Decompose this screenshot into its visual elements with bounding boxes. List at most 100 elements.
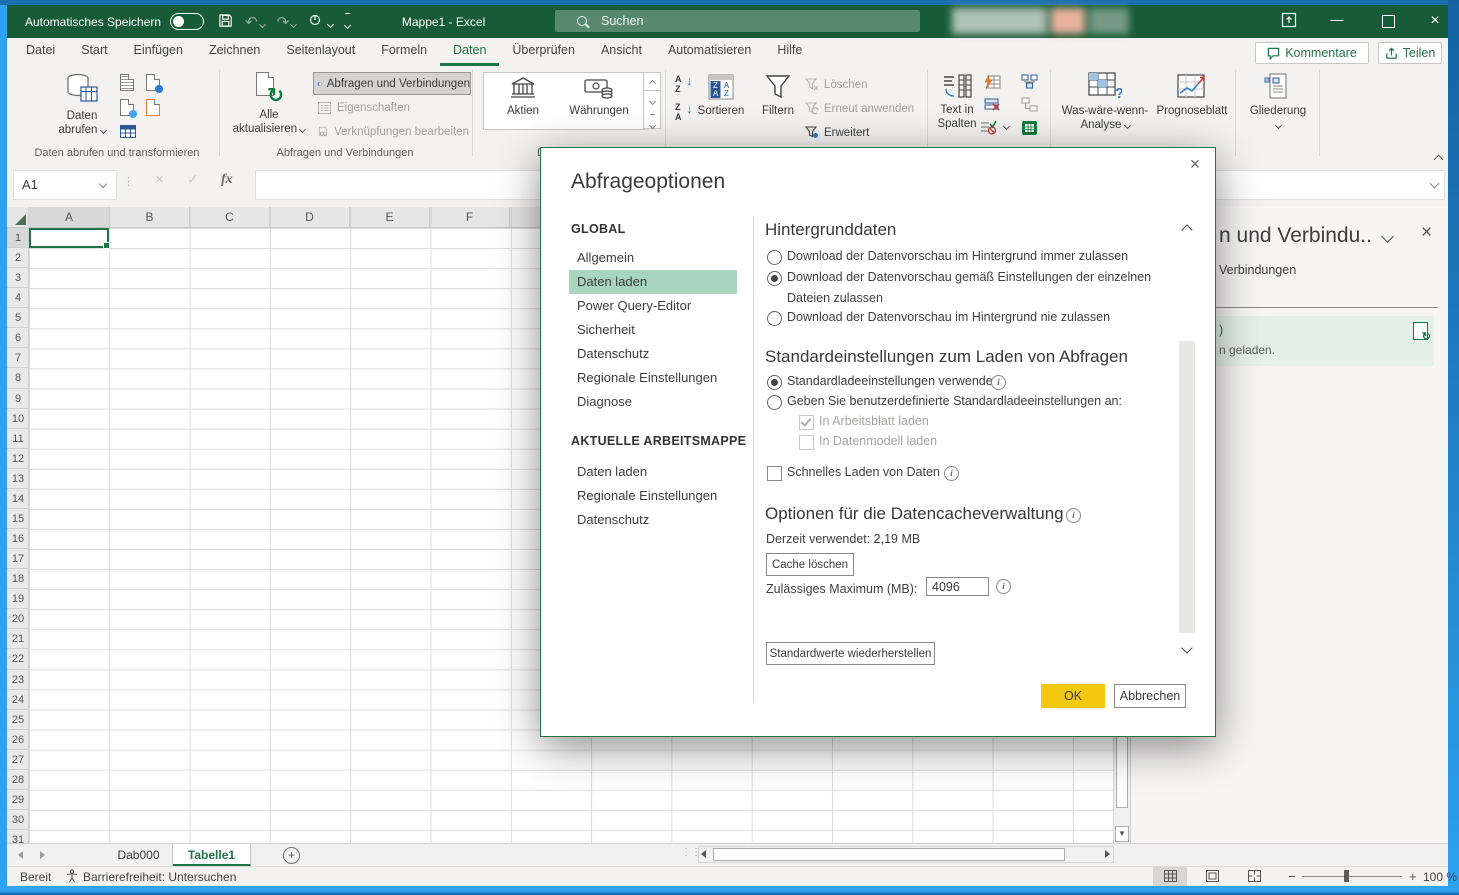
info-icon[interactable]: i <box>944 466 959 481</box>
row-header-10[interactable]: 10 <box>7 409 29 429</box>
save-icon[interactable] <box>218 13 233 31</box>
dialog-scrollbar[interactable] <box>1179 220 1195 664</box>
radio-bg-always-label[interactable]: Download der Datenvorschau im Hintergrun… <box>787 249 1128 263</box>
ribbon-tab-datei[interactable]: Datei <box>13 38 68 66</box>
row-header-16[interactable]: 16 <box>7 529 29 549</box>
nav-global-power-query-editor[interactable]: Power Query-Editor <box>569 294 737 318</box>
gallery-scroll-up[interactable] <box>643 72 661 91</box>
maximize-button[interactable] <box>1382 15 1395 28</box>
selected-cell-a1[interactable] <box>29 228 109 248</box>
row-header-22[interactable]: 22 <box>7 649 29 669</box>
radio-bg-per-file[interactable] <box>767 271 782 286</box>
row-header-3[interactable]: 3 <box>7 268 29 288</box>
ribbon-tab-zeichnen[interactable]: Zeichnen <box>196 38 273 66</box>
row-headers[interactable]: 1234567891011121314151617181920212223242… <box>7 228 29 843</box>
horizontal-scrollbar[interactable] <box>698 846 1114 863</box>
new-sheet-button[interactable]: + <box>283 847 300 864</box>
nav-workbook-daten-laden[interactable]: Daten laden <box>569 460 737 484</box>
gallery-more-button[interactable] <box>643 108 661 129</box>
radio-bg-never[interactable] <box>767 311 782 326</box>
name-box[interactable]: A1 <box>13 170 117 200</box>
radio-use-default-label[interactable]: Standardladeeinstellungen verwenden <box>787 374 1000 388</box>
row-header-6[interactable]: 6 <box>7 328 29 348</box>
get-data-button[interactable]: Daten abrufen <box>49 70 115 146</box>
search-box[interactable]: Suchen <box>555 10 920 32</box>
scroll-down-icon[interactable] <box>1181 642 1192 653</box>
row-header-25[interactable]: 25 <box>7 710 29 730</box>
scroll-down-button[interactable]: ▼ <box>1115 826 1129 842</box>
zoom-level[interactable]: 100 % <box>1423 870 1457 884</box>
flash-fill-icon[interactable] <box>983 74 1001 95</box>
pane-close-icon[interactable]: × <box>1421 222 1432 244</box>
zoom-slider-thumb[interactable] <box>1344 870 1349 882</box>
filter-button[interactable]: Filtern <box>755 70 801 146</box>
cache-max-input[interactable] <box>926 577 989 596</box>
from-text-file-icon[interactable] <box>120 74 134 91</box>
dialog-scrollbar-thumb[interactable] <box>1179 341 1195 633</box>
restore-defaults-button[interactable]: Standardwerte wiederherstellen <box>766 642 935 665</box>
column-header-a[interactable]: A <box>29 207 110 228</box>
column-header-b[interactable]: B <box>110 207 190 228</box>
forecast-sheet-button[interactable]: Prognoseblatt <box>1153 70 1231 146</box>
nav-workbook-regionale-einstellungen[interactable]: Regionale Einstellungen <box>569 484 737 508</box>
ribbon-tab-überprüfen[interactable]: Überprüfen <box>499 38 588 66</box>
row-header-24[interactable]: 24 <box>7 690 29 710</box>
refresh-all-button[interactable]: ↻ Alle aktualisieren <box>229 70 309 146</box>
recent-sources-icon[interactable] <box>146 74 160 91</box>
currencies-button[interactable]: Währungen <box>561 74 637 126</box>
file-refresh-icon[interactable]: ↻ <box>1413 322 1428 340</box>
info-icon[interactable]: i <box>991 375 1006 390</box>
row-header-5[interactable]: 5 <box>7 308 29 328</box>
select-all-corner[interactable] <box>7 207 29 228</box>
column-header-e[interactable]: E <box>350 207 430 228</box>
row-header-31[interactable]: 31 <box>7 830 29 843</box>
remove-duplicates-icon[interactable] <box>983 97 1001 118</box>
column-header-d[interactable]: D <box>270 207 350 228</box>
data-validation-icon[interactable] <box>979 120 1009 140</box>
radio-custom-load-label[interactable]: Geben Sie benutzerdefinierte Standardlad… <box>787 394 1122 408</box>
column-header-f[interactable]: F <box>430 207 510 228</box>
page-layout-view-button[interactable] <box>1195 867 1229 886</box>
scroll-up-icon[interactable] <box>1181 224 1192 235</box>
nav-global-sicherheit[interactable]: Sicherheit <box>569 318 737 342</box>
nav-global-datenschutz[interactable]: Datenschutz <box>569 342 737 366</box>
nav-global-diagnose[interactable]: Diagnose <box>569 390 737 414</box>
row-header-9[interactable]: 9 <box>7 389 29 409</box>
existing-connections-icon[interactable] <box>146 99 160 116</box>
minimize-button[interactable]: — <box>1322 8 1352 32</box>
row-header-11[interactable]: 11 <box>7 429 29 449</box>
insert-function-icon[interactable]: fx <box>221 172 233 188</box>
row-header-17[interactable]: 17 <box>7 549 29 569</box>
sheet-tab-tabelle1[interactable]: Tabelle1 <box>173 844 251 866</box>
row-header-2[interactable]: 2 <box>7 248 29 268</box>
row-header-26[interactable]: 26 <box>7 730 29 750</box>
autosave-toggle[interactable] <box>170 13 204 30</box>
row-header-8[interactable]: 8 <box>7 368 29 388</box>
row-header-20[interactable]: 20 <box>7 609 29 629</box>
from-table-icon[interactable] <box>120 125 136 143</box>
queries-connections-button[interactable]: Abfragen und Verbindungen <box>313 72 471 95</box>
clear-cache-button[interactable]: Cache löschen <box>766 553 854 576</box>
row-header-21[interactable]: 21 <box>7 629 29 649</box>
ribbon-tab-automatisieren[interactable]: Automatisieren <box>655 38 764 66</box>
stocks-button[interactable]: Aktien <box>487 74 559 126</box>
row-header-15[interactable]: 15 <box>7 509 29 529</box>
radio-bg-never-label[interactable]: Download der Datenvorschau im Hintergrun… <box>787 310 1110 324</box>
row-header-27[interactable]: 27 <box>7 750 29 770</box>
ribbon-tab-formeln[interactable]: Formeln <box>368 38 440 66</box>
nav-global-daten-laden[interactable]: Daten laden <box>569 270 737 294</box>
row-header-7[interactable]: 7 <box>7 348 29 368</box>
quick-access-toolbar-chevron-icon[interactable] <box>345 13 350 31</box>
ribbon-tab-hilfe[interactable]: Hilfe <box>764 38 815 66</box>
info-icon[interactable]: i <box>1066 508 1081 523</box>
touch-mouse-mode-icon[interactable] <box>308 13 333 30</box>
row-header-29[interactable]: 29 <box>7 790 29 810</box>
row-header-4[interactable]: 4 <box>7 288 29 308</box>
radio-use-default-load[interactable] <box>767 375 782 390</box>
accessibility-status[interactable]: Barrierefreiheit: Untersuchen <box>83 870 236 884</box>
fill-handle[interactable] <box>103 242 110 249</box>
pane-chevron-down-icon[interactable] <box>1381 230 1394 243</box>
share-button[interactable]: Teilen <box>1378 42 1442 64</box>
sheet-tab-dab000[interactable]: Dab000 <box>105 844 173 866</box>
ribbon-tab-seitenlayout[interactable]: Seitenlayout <box>273 38 368 66</box>
